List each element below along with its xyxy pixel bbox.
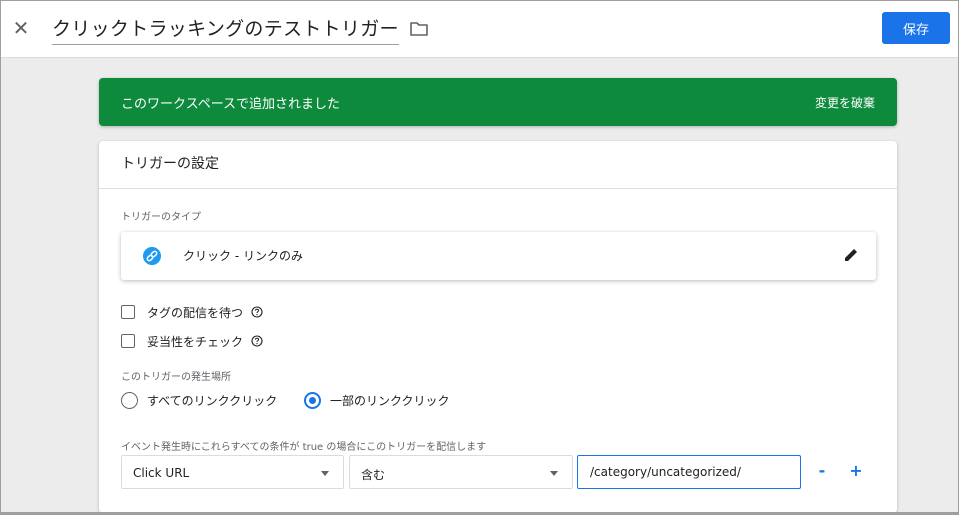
radio-label-all: すべてのリンククリック <box>147 393 278 408</box>
chevron-down-icon <box>321 471 329 476</box>
discard-changes-button[interactable]: 変更を破棄 <box>815 94 875 111</box>
trigger-type-value: クリック - リンクのみ <box>183 249 303 263</box>
radio-some-link-clicks[interactable]: 一部のリンククリック <box>304 390 450 410</box>
help-icon[interactable] <box>251 335 263 347</box>
workspace-notice: このワークスペースで追加されました 変更を破棄 <box>99 78 897 126</box>
radio-label-some: 一部のリンククリック <box>330 393 450 408</box>
pencil-icon[interactable] <box>842 246 860 264</box>
operator-select-value: 含む <box>361 468 386 482</box>
condition-label: イベント発生時にこれらすべての条件が true の場合にこのトリガーを配信します <box>121 442 487 453</box>
card-heading: トリガーの設定 <box>99 141 897 189</box>
fire-on-label: このトリガーの発生場所 <box>121 372 231 383</box>
add-condition-button[interactable]: + <box>846 461 866 481</box>
trigger-type-selector[interactable]: クリック - リンクのみ <box>121 232 876 280</box>
trigger-name[interactable]: クリックトラッキングのテストトリガー <box>52 14 399 45</box>
notice-message: このワークスペースで追加されました <box>121 97 341 112</box>
check-validation-checkbox[interactable] <box>121 334 135 348</box>
trigger-type-label: トリガーのタイプ <box>121 212 201 223</box>
condition-value-input[interactable] <box>577 455 801 489</box>
help-icon[interactable] <box>251 306 263 318</box>
variable-select-value: Click URL <box>133 466 190 480</box>
wait-for-tags-checkbox[interactable] <box>121 305 135 319</box>
radio-all-link-clicks[interactable]: すべてのリンククリック <box>121 390 277 410</box>
chevron-down-icon <box>550 471 558 476</box>
close-icon[interactable]: ✕ <box>10 17 32 39</box>
operator-select[interactable]: 含む <box>349 455 573 489</box>
remove-condition-button[interactable]: - <box>812 461 832 481</box>
check-validation-row: 妥当性をチェック <box>121 332 263 350</box>
wait-for-tags-row: タグの配信を待つ <box>121 303 263 321</box>
radio-button-selected[interactable] <box>304 391 321 409</box>
title-area: クリックトラッキングのテストトリガー <box>52 12 429 46</box>
top-bar: ✕ クリックトラッキングのテストトリガー 保存 <box>0 0 959 58</box>
folder-icon[interactable] <box>409 21 429 37</box>
link-icon <box>143 247 161 265</box>
radio-button-unselected[interactable] <box>121 391 138 409</box>
save-button[interactable]: 保存 <box>882 12 950 44</box>
wait-for-tags-label: タグの配信を待つ <box>147 305 244 320</box>
variable-select[interactable]: Click URL <box>121 455 344 489</box>
check-validation-label: 妥当性をチェック <box>147 334 244 349</box>
trigger-config-card: トリガーの設定 トリガーのタイプ クリック - リンクのみ タグの配信を待つ 妥… <box>99 141 897 513</box>
